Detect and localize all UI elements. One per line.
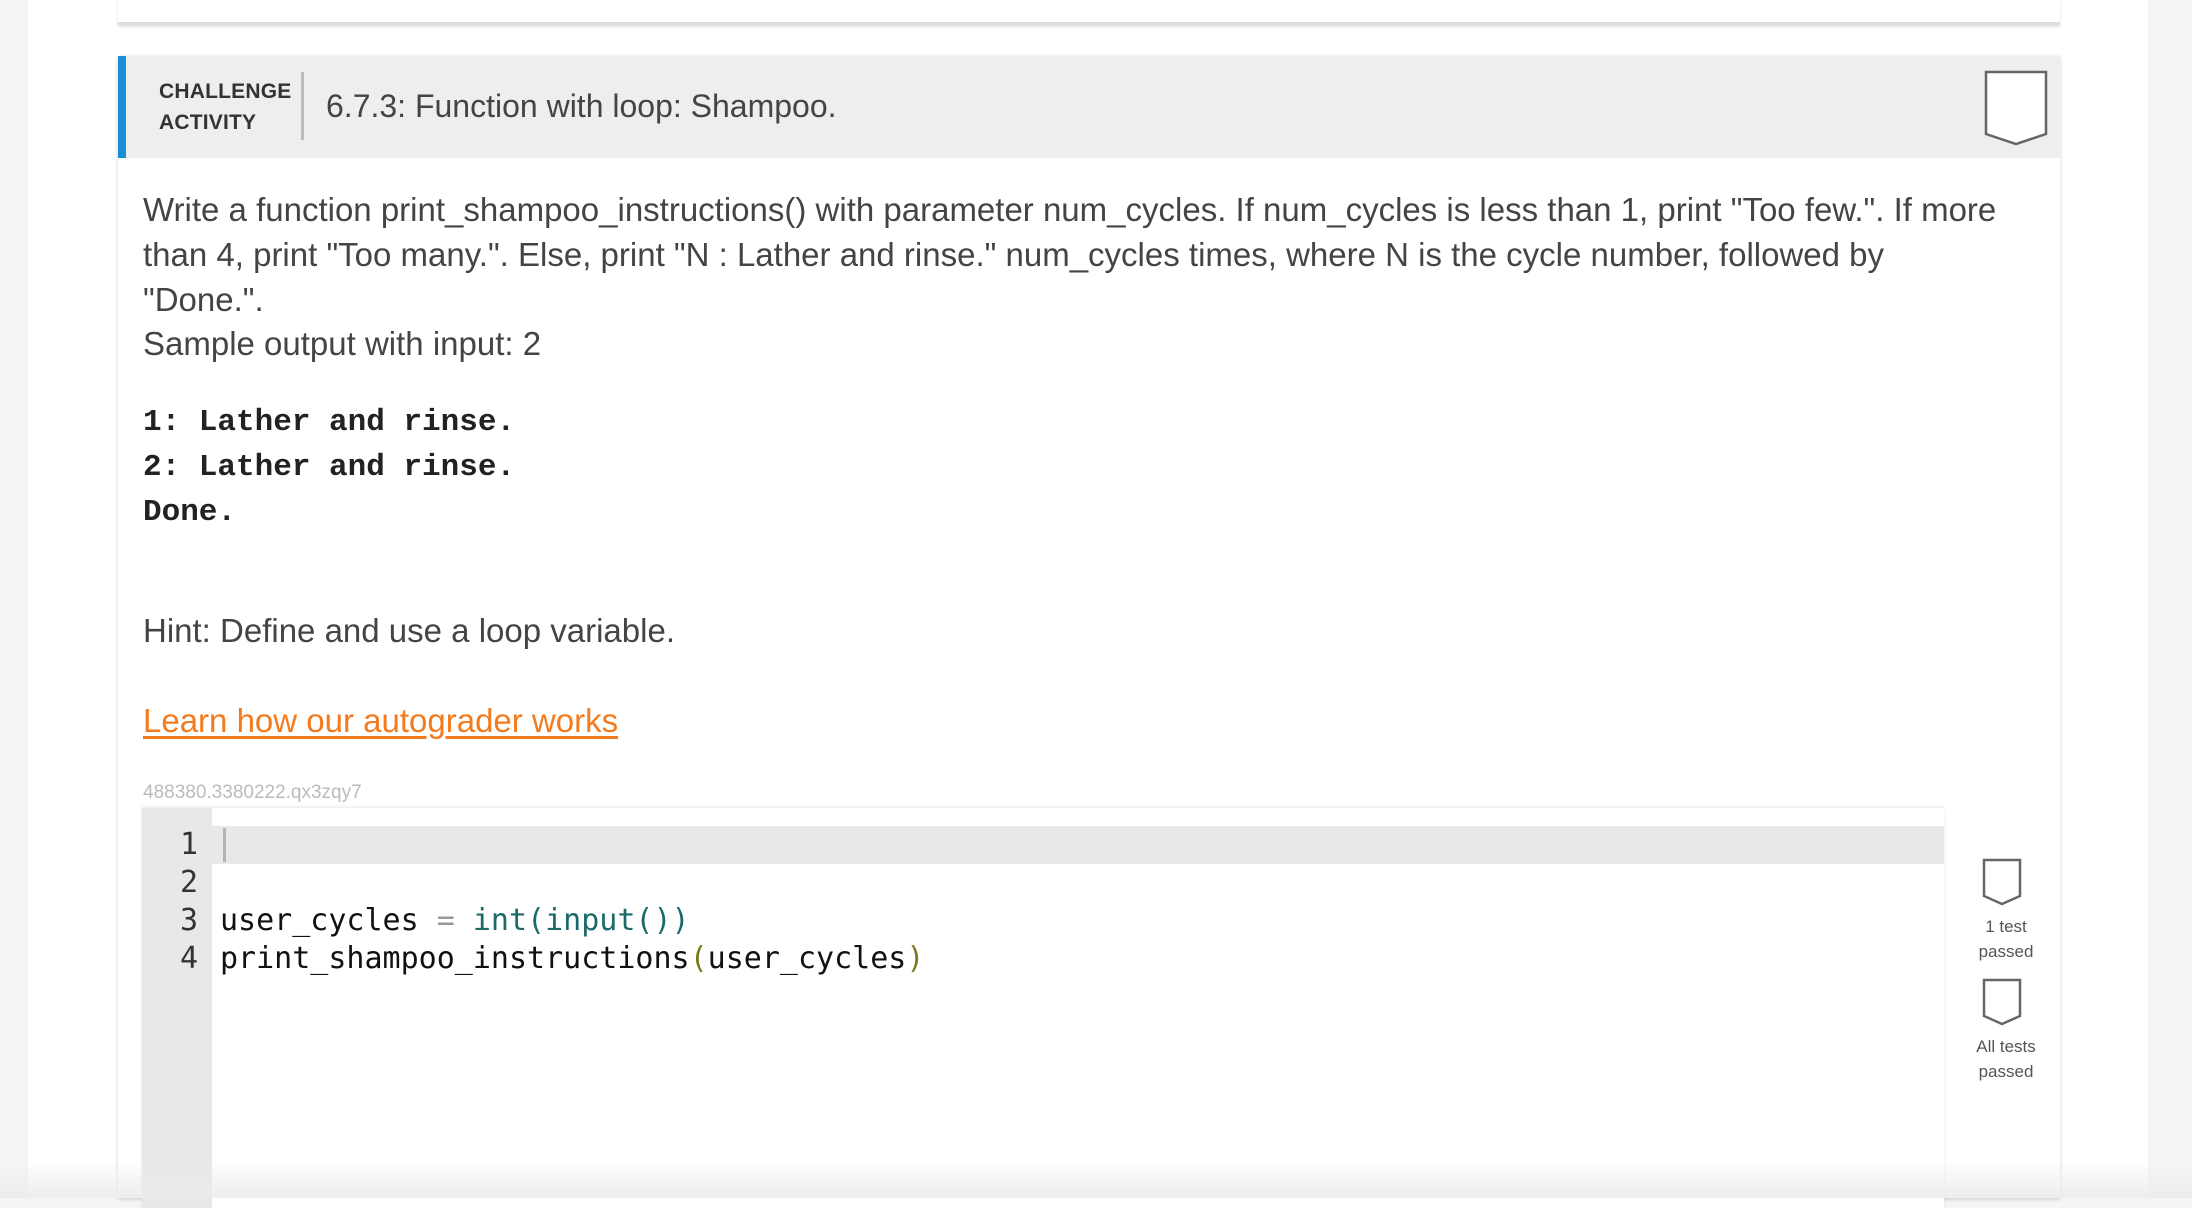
activity-description: Write a function print_shampoo_instructi…: [143, 191, 1997, 318]
all-tests-passed-label: All tests passed: [1964, 1034, 2048, 1084]
sample-output-line: 1: Lather and rinse.: [143, 405, 516, 440]
sample-output-line: 2: Lather and rinse.: [143, 450, 516, 485]
code-token-argument: user_cycles: [707, 941, 907, 976]
test-label-line: passed: [1978, 1062, 2034, 1081]
sample-output-line: Done.: [143, 495, 237, 530]
header-divider: [301, 72, 304, 140]
line-number: 2: [179, 865, 198, 900]
activity-type-line2: ACTIVITY: [159, 111, 257, 134]
line-number: 4: [179, 941, 198, 976]
activity-type-line1: CHALLENGE: [159, 80, 292, 103]
activity-header: CHALLENGE ACTIVITY 6.7.3: Function with …: [118, 56, 2060, 158]
all-tests-passed-badge-icon: [1982, 978, 2022, 1026]
code-line-3[interactable]: user_cycles = int(input()): [220, 902, 690, 940]
text-cursor: [223, 828, 226, 862]
one-test-passed-label: 1 test passed: [1964, 914, 2048, 964]
sample-output-heading: Sample output with input: 2: [143, 325, 542, 362]
test-status-panel: 1 test passed All tests passed: [1964, 808, 2048, 1081]
learn-autograder-link[interactable]: Learn how our autograder works: [143, 702, 618, 740]
activity-title: 6.7.3: Function with loop: Shampoo.: [326, 88, 837, 124]
line-number: 1: [179, 827, 198, 862]
code-token-function: print_shampoo_instructions: [220, 941, 690, 976]
line-number: 3: [179, 903, 198, 938]
test-passed-badge-icon: [1982, 858, 2022, 906]
code-token-call: int(input()): [472, 903, 690, 938]
active-line-highlight: [212, 826, 1944, 864]
activity-id: 488380.3380222.qx3zqy7: [143, 782, 362, 803]
completion-badge-icon: [1984, 70, 2048, 146]
previous-section-card: [118, 0, 2060, 25]
code-editor[interactable]: 1 2 3 4 user_cycles = int(input()) print…: [142, 808, 1944, 1208]
test-label-line: 1 test: [1985, 917, 2027, 936]
bottom-fade: [0, 1160, 2192, 1198]
test-label-line: passed: [1978, 942, 2034, 961]
code-token-variable: user_cycles: [220, 903, 419, 938]
code-line-4[interactable]: print_shampoo_instructions(user_cycles): [220, 940, 924, 978]
activity-type-label: CHALLENGE ACTIVITY: [159, 76, 299, 138]
hint-text: Hint: Define and use a loop variable.: [143, 612, 675, 649]
code-token-operator: =: [418, 903, 473, 938]
code-token-paren: (: [689, 941, 708, 976]
sample-output: 1: Lather and rinse. 2: Lather and rinse…: [143, 400, 515, 535]
test-label-line: All tests: [1976, 1037, 2036, 1056]
code-token-paren: ): [906, 941, 925, 976]
challenge-activity-card: CHALLENGE ACTIVITY 6.7.3: Function with …: [118, 56, 2060, 1208]
